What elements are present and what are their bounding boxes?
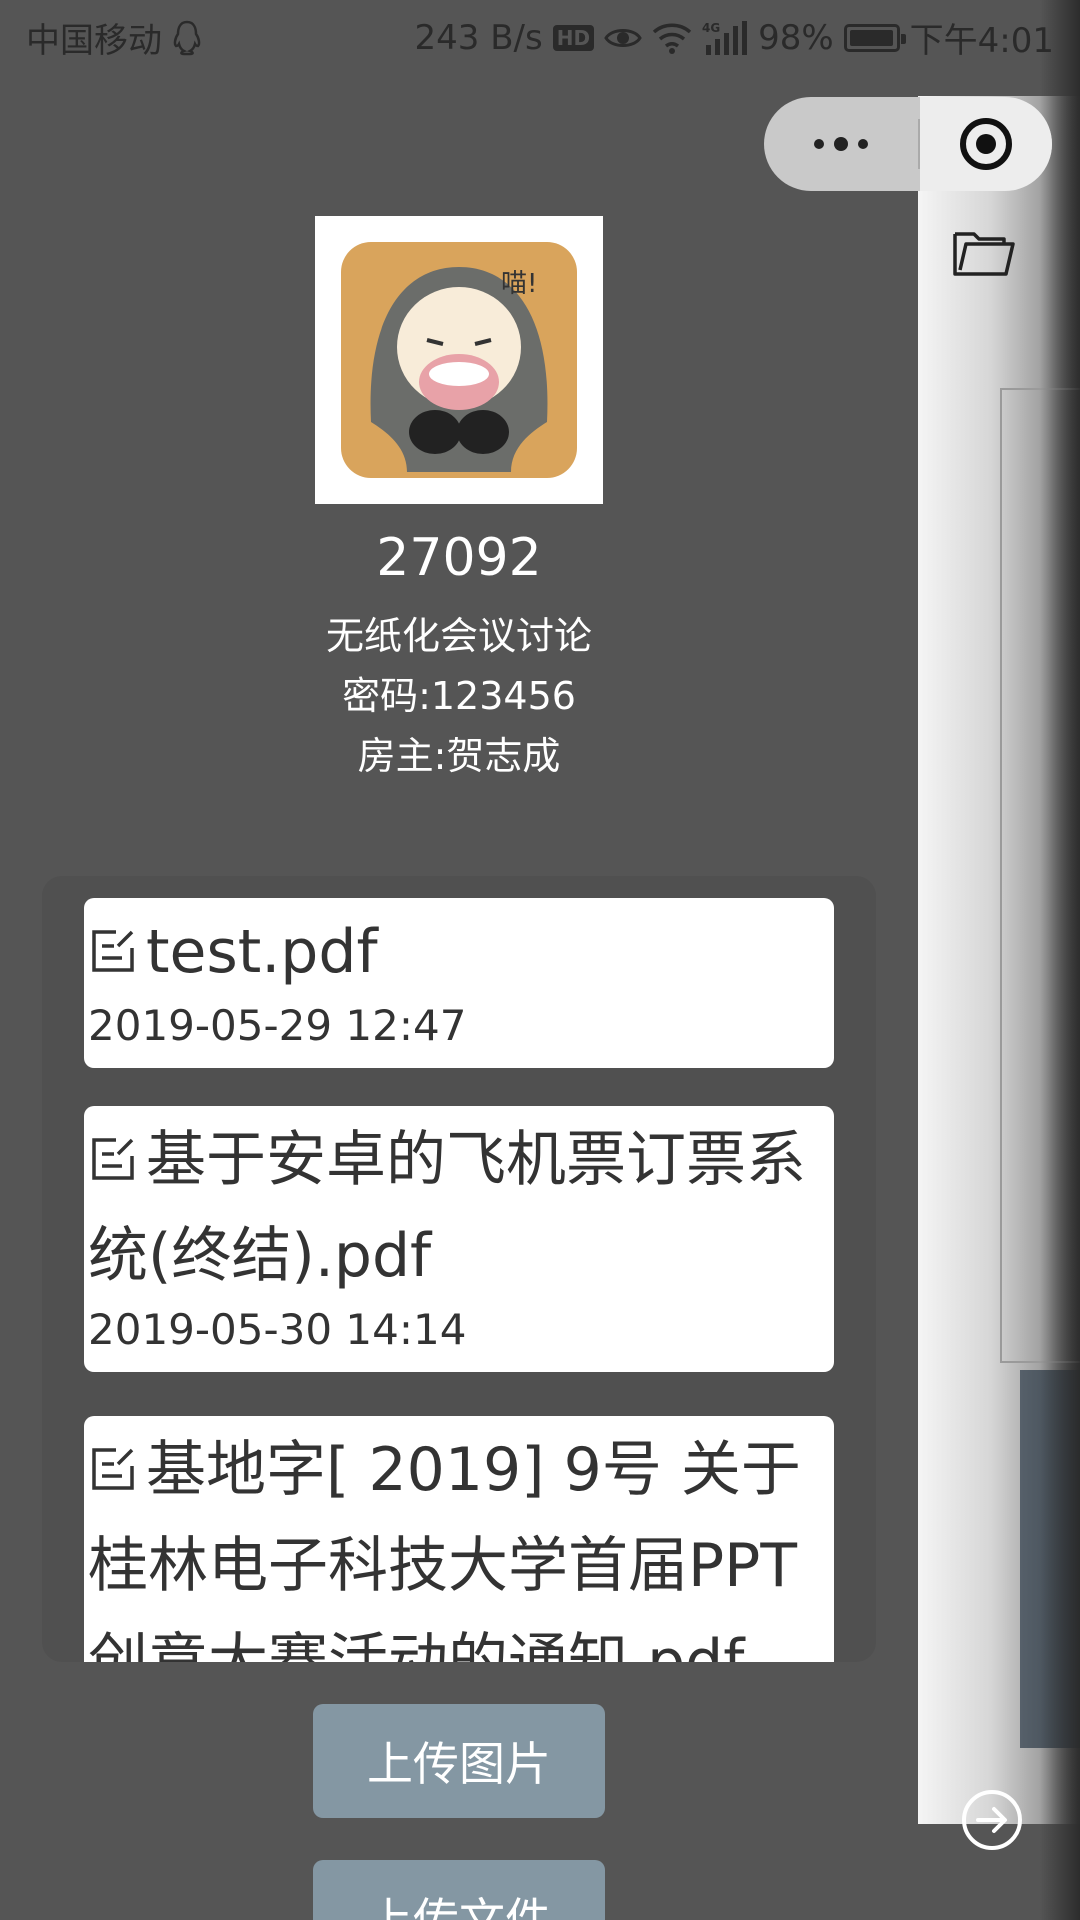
net-speed-label: 243 B/s	[414, 17, 543, 58]
status-bar: 中国移动 243 B/s HD 4G 98% 下午4:01	[0, 0, 1080, 75]
file-name-text: 基于安卓的飞机票订票系统(终结).pdf	[88, 1125, 806, 1291]
target-close-icon	[960, 118, 1012, 170]
more-dot-icon	[858, 139, 868, 149]
file-item[interactable]: 基于安卓的飞机票订票系统(终结).pdf 2019-05-30 14:14	[84, 1106, 834, 1372]
eye-icon	[604, 24, 642, 52]
qq-notification-icon	[172, 20, 202, 56]
file-date: 2019-05-30 14:14	[88, 1305, 467, 1354]
room-avatar: 喵!	[315, 216, 603, 504]
file-item[interactable]: 基地字[ 2019] 9号 关于桂林电子科技大学首届PPT创意大赛活动的通知.p…	[84, 1416, 834, 1662]
carrier-label: 中国移动	[26, 21, 162, 61]
clock-label: 下午4:01	[909, 21, 1054, 61]
room-owner: 房主:贺志成	[357, 734, 561, 778]
file-date: 2019-05-29 12:47	[88, 1001, 467, 1050]
room-password: 密码:123456	[342, 674, 576, 718]
more-dot-icon	[814, 139, 824, 149]
file-name: 基地字[ 2019] 9号 关于桂林电子科技大学首届PPT创意大赛活动的通知.p…	[88, 1422, 834, 1662]
signal-icon: 4G	[702, 20, 748, 55]
room-number: 27092	[376, 528, 542, 588]
file-list[interactable]: test.pdf 2019-05-29 12:47 基于安卓的飞机票订票系统(终…	[42, 876, 876, 1662]
file-name: 基于安卓的飞机票订票系统(终结).pdf	[88, 1112, 834, 1304]
file-name-text: test.pdf	[146, 917, 378, 987]
hd-icon: HD	[552, 24, 595, 51]
file-item[interactable]: test.pdf 2019-05-29 12:47	[84, 898, 834, 1068]
folder-icon[interactable]	[952, 226, 1016, 278]
miniprogram-capsule	[764, 97, 1052, 191]
battery-label: 98%	[758, 17, 834, 58]
more-dot-icon	[834, 137, 848, 151]
svg-text:喵!: 喵!	[501, 269, 537, 299]
edit-document-icon	[88, 908, 138, 972]
svg-text:4G: 4G	[702, 21, 720, 35]
edit-document-icon	[88, 1116, 138, 1180]
arrow-right-circle-icon[interactable]	[960, 1788, 1024, 1852]
edit-document-icon	[88, 1426, 138, 1490]
battery-icon	[843, 23, 906, 52]
wifi-icon	[652, 22, 692, 54]
drawer-shadow-edge	[1040, 0, 1080, 1920]
upload-image-button[interactable]: 上传图片	[313, 1704, 605, 1818]
file-name-text: 基地字[ 2019] 9号 关于桂林电子科技大学首届PPT创意大赛活动的通知.p…	[88, 1435, 801, 1662]
file-name: test.pdf	[88, 904, 834, 1000]
upload-file-button[interactable]: 上传文件	[313, 1860, 605, 1920]
more-options-button[interactable]	[764, 97, 918, 191]
close-miniprogram-button[interactable]	[920, 97, 1052, 191]
room-topic: 无纸化会议讨论	[325, 614, 592, 658]
